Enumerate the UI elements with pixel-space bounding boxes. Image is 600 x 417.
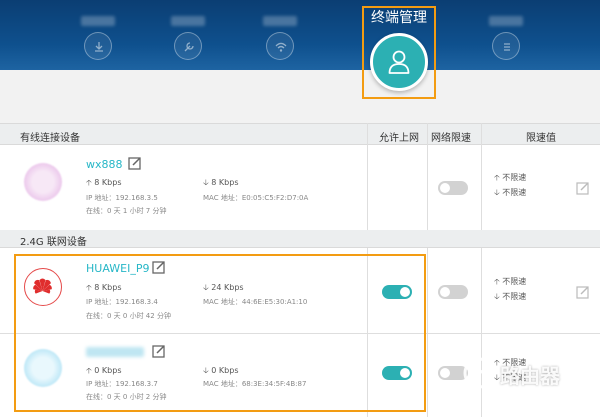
nav-tab-1[interactable] bbox=[68, 4, 128, 60]
nav-tab-3[interactable] bbox=[250, 4, 310, 60]
blurred-label bbox=[489, 16, 523, 26]
allow-internet-toggle[interactable] bbox=[382, 366, 412, 380]
edit-limit-icon[interactable] bbox=[576, 181, 590, 195]
online-time: 在线：0 天 0 小时 42 分钟 bbox=[86, 312, 171, 320]
arrow-down-icon: 🡣 bbox=[203, 283, 209, 292]
col-speed-limit: 网络限速 bbox=[431, 133, 471, 144]
online-time: 在线：0 天 0 小时 2 分钟 bbox=[86, 393, 167, 401]
device-avatar bbox=[24, 163, 62, 201]
col-allow: 允许上网 bbox=[379, 133, 419, 144]
device-name-blurred[interactable] bbox=[86, 347, 144, 357]
router-logo-icon bbox=[463, 357, 495, 389]
limit-down: 不限速 bbox=[502, 188, 527, 197]
upload-speed: 🡡 8 Kbps bbox=[86, 282, 122, 294]
allow-internet-toggle[interactable] bbox=[382, 285, 412, 299]
ip-address: IP 地址：192.168.3.4 bbox=[86, 298, 158, 306]
nav-tab-4[interactable] bbox=[476, 4, 536, 60]
ip-address: IP 地址：192.168.3.7 bbox=[86, 380, 158, 388]
edit-icon[interactable] bbox=[128, 156, 142, 170]
blurred-label bbox=[171, 16, 205, 26]
arrow-up-icon: 🡡 bbox=[494, 173, 500, 182]
blurred-label bbox=[263, 16, 297, 26]
table-row: HUAWEI_P9 🡡 8 Kbps 🡣 24 Kbps IP 地址：192.1… bbox=[0, 249, 600, 333]
mac-address: MAC 地址：44:6E:E5:30:A1:10 bbox=[203, 298, 308, 306]
nav-tab-2[interactable] bbox=[158, 4, 218, 60]
arrow-up-icon: 🡡 bbox=[86, 366, 92, 375]
highlight-frame bbox=[362, 6, 436, 99]
col-limit-value: 限速值 bbox=[526, 133, 556, 144]
upload-speed: 🡡 0 Kbps bbox=[86, 365, 122, 377]
wifi-icon bbox=[266, 32, 294, 60]
blurred-label bbox=[81, 16, 115, 26]
mac-address: MAC 地址：E0:05:C5:F2:D7:0A bbox=[203, 194, 309, 202]
tools-icon bbox=[174, 32, 202, 60]
mac-address: MAC 地址：68:3E:34:5F:4B:87 bbox=[203, 380, 307, 388]
download-value: 8 Kbps bbox=[211, 178, 239, 187]
upload-value: 8 Kbps bbox=[94, 178, 122, 187]
arrow-up-icon: 🡡 bbox=[86, 283, 92, 292]
edit-icon[interactable] bbox=[152, 260, 166, 274]
device-avatar bbox=[24, 349, 62, 387]
section-header-2-4g: 2.4G 联网设备 bbox=[0, 230, 600, 248]
edit-icon[interactable] bbox=[152, 344, 166, 358]
limit-down: 不限速 bbox=[502, 292, 527, 301]
upload-value: 8 Kbps bbox=[94, 283, 122, 292]
download-value: 0 Kbps bbox=[211, 366, 239, 375]
table-row: wx888 🡡 8 Kbps 🡣 8 Kbps IP 地址：192.168.3.… bbox=[0, 145, 600, 229]
list-icon bbox=[492, 32, 520, 60]
arrow-down-icon: 🡣 bbox=[494, 188, 500, 197]
table-header: 有线连接设备 允许上网 网络限速 限速值 bbox=[0, 123, 600, 145]
device-name[interactable]: wx888 bbox=[86, 158, 123, 171]
arrow-down-icon: 🡣 bbox=[203, 366, 209, 375]
download-value: 24 Kbps bbox=[211, 283, 244, 292]
limit-values: 🡡 不限速 🡣 不限速 bbox=[494, 274, 526, 304]
huawei-logo-icon bbox=[24, 268, 62, 306]
ip-address: IP 地址：192.168.3.5 bbox=[86, 194, 158, 202]
speed-limit-toggle[interactable] bbox=[438, 285, 468, 299]
section-title: 2.4G 联网设备 bbox=[20, 237, 87, 248]
limit-values: 🡡 不限速 🡣 不限速 bbox=[494, 170, 526, 200]
watermark-text: 路由器 bbox=[500, 364, 560, 388]
speed-limit-toggle[interactable] bbox=[438, 181, 468, 195]
online-time: 在线：0 天 1 小时 7 分钟 bbox=[86, 207, 167, 215]
download-speed: 🡣 24 Kbps bbox=[203, 282, 244, 294]
arrow-up-icon: 🡡 bbox=[494, 277, 500, 286]
col-device: 有线连接设备 bbox=[20, 133, 80, 144]
arrow-down-icon: 🡣 bbox=[203, 178, 209, 187]
watermark: 路由器 bbox=[462, 356, 600, 390]
device-name[interactable]: HUAWEI_P9 bbox=[86, 262, 149, 275]
download-speed: 🡣 0 Kbps bbox=[203, 365, 239, 377]
limit-up: 不限速 bbox=[502, 173, 527, 182]
arrow-down-icon: 🡣 bbox=[494, 292, 500, 301]
upload-value: 0 Kbps bbox=[94, 366, 122, 375]
edit-limit-icon[interactable] bbox=[576, 285, 590, 299]
download-icon bbox=[84, 32, 112, 60]
limit-up: 不限速 bbox=[502, 277, 527, 286]
arrow-up-icon: 🡡 bbox=[86, 178, 92, 187]
top-nav-bar bbox=[0, 0, 600, 70]
upload-speed: 🡡 8 Kbps bbox=[86, 177, 122, 189]
download-speed: 🡣 8 Kbps bbox=[203, 177, 239, 189]
